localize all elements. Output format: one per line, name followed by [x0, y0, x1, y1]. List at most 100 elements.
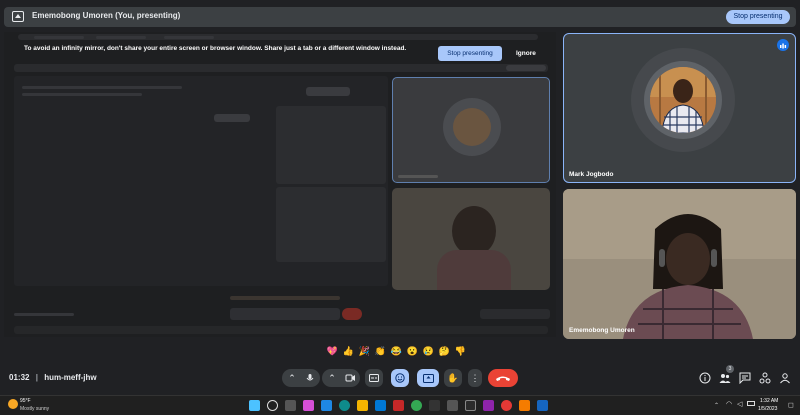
mirrored-mark-tile [392, 77, 550, 183]
meeting-info: 01:32 | hum-meff-jhw [9, 373, 97, 382]
audio-indicator-icon [777, 39, 789, 51]
battery-icon[interactable] [747, 401, 755, 406]
mirrored-tab [96, 36, 146, 39]
chat-icon[interactable] [739, 372, 751, 385]
search-icon[interactable] [267, 400, 278, 411]
mirrored-controls [230, 308, 340, 320]
file-explorer-icon[interactable] [357, 400, 368, 411]
mirrored-right-icons [480, 309, 550, 319]
clock-date[interactable]: 1/5/2023 [758, 406, 777, 412]
terminal-icon[interactable] [465, 400, 476, 411]
mirrored-end-call [342, 308, 362, 320]
infinity-mirror-warning: To avoid an infinity mirror, don't share… [24, 45, 407, 52]
reaction-laugh[interactable]: 😂 [390, 345, 403, 358]
reaction-heart[interactable]: 💖 [326, 345, 339, 358]
edge-icon[interactable] [339, 400, 350, 411]
app-icon[interactable] [393, 400, 404, 411]
windows-start-icon[interactable] [249, 400, 260, 411]
present-now-button[interactable] [417, 369, 439, 387]
present-screen-icon [12, 11, 24, 22]
participant-name: Ememobong Umoren [569, 327, 635, 334]
mirrored-button [214, 114, 250, 122]
host-controls-icon[interactable] [779, 372, 791, 384]
shared-screen-panel: To avoid an infinity mirror, don't share… [4, 32, 556, 337]
present-screen-icon [417, 369, 439, 389]
mirrored-tile [276, 187, 386, 262]
mirrored-warning-line [22, 93, 142, 96]
microphone-icon[interactable] [302, 369, 318, 389]
app-icon[interactable] [537, 400, 548, 411]
notification-icon[interactable]: ◻ [788, 401, 794, 409]
meeting-details-icon[interactable] [699, 372, 711, 384]
mic-control-group: ⌃ [282, 369, 320, 387]
warning-stop-presenting-button[interactable]: Stop presenting [438, 46, 502, 61]
reaction-thumbs-up[interactable]: 👍 [342, 345, 355, 358]
app-icon[interactable] [483, 400, 494, 411]
mic-options-chevron-icon[interactable]: ⌃ [284, 369, 300, 387]
mirrored-presenting-bar [14, 64, 548, 72]
reaction-clap[interactable]: 👏 [374, 345, 387, 358]
mirrored-ememobong-tile [392, 188, 550, 290]
sun-icon [8, 399, 18, 409]
wifi-icon[interactable]: ◠ [726, 400, 732, 408]
app-icon[interactable] [447, 400, 458, 411]
reaction-surprised[interactable]: 😮 [406, 345, 419, 358]
call-time: 01:32 [9, 373, 30, 382]
mirrored-tile [276, 106, 386, 184]
chrome-icon[interactable] [411, 400, 422, 411]
emoji-icon [391, 369, 409, 389]
presenting-title: Ememobong Umoren (You, presenting) [32, 11, 181, 20]
mirrored-reactions [230, 296, 340, 300]
warning-ignore-button[interactable]: Ignore [516, 50, 536, 57]
task-view-icon[interactable] [285, 400, 296, 411]
meeting-code: hum-meff-jhw [44, 373, 97, 382]
mark-avatar [650, 67, 716, 133]
app-icon[interactable] [501, 400, 512, 411]
mirrored-tab [164, 36, 214, 39]
emoji-button[interactable] [391, 369, 409, 387]
reaction-sad[interactable]: 😢 [422, 345, 435, 358]
teams-chat-icon[interactable] [303, 400, 314, 411]
camera-control-group: ⌃ [322, 369, 360, 387]
mirrored-stop-button [506, 65, 546, 71]
stop-presenting-button[interactable]: Stop presenting [726, 10, 790, 24]
chevron-up-icon[interactable]: ⌃ [714, 402, 719, 409]
mirrored-taskbar [14, 326, 548, 334]
mirrored-meeting-code [14, 313, 74, 316]
more-vert-icon: ⋮ [470, 373, 480, 383]
vscode-icon[interactable] [375, 400, 386, 411]
participant-name: Mark Jogbodo [569, 171, 614, 178]
app-icon[interactable] [519, 400, 530, 411]
presenting-bar: Ememobong Umoren (You, presenting) Stop … [4, 7, 796, 27]
captions-icon [365, 369, 383, 388]
weather-temperature: 95°F [20, 398, 31, 404]
camera-options-chevron-icon[interactable]: ⌃ [324, 369, 340, 387]
reaction-thinking[interactable]: 🤔 [438, 345, 451, 358]
people-count-badge: 3 [726, 365, 734, 373]
people-icon[interactable] [719, 372, 731, 384]
phone-hangup-icon [496, 376, 510, 381]
volume-icon[interactable]: ◁ [737, 400, 742, 408]
reaction-party[interactable]: 🎉 [358, 345, 371, 358]
reaction-bar: 💖 👍 🎉 👏 😂 😮 😢 🤔 👎 [326, 345, 467, 361]
mirrored-stop-button [306, 87, 350, 96]
separator: | [35, 373, 38, 382]
activities-icon[interactable] [759, 372, 771, 384]
ememobong-video [563, 189, 796, 339]
mirrored-warning-line [22, 86, 182, 89]
widgets-icon[interactable] [321, 400, 332, 411]
weather-description: Mostly sunny [20, 406, 50, 412]
mirrored-tab [34, 36, 84, 39]
windows-taskbar: 95°F Mostly sunny ⌃ ◠ ◁ 1:32 AM 1/5/2023… [0, 395, 800, 415]
reaction-thumbs-down[interactable]: 👎 [454, 345, 467, 358]
participant-tile-mark[interactable]: Mark Jogbodo [563, 33, 796, 183]
clock-time[interactable]: 1:32 AM [760, 398, 778, 404]
raise-hand-button[interactable]: ✋ [444, 369, 462, 387]
app-icon[interactable] [429, 400, 440, 411]
end-call-button[interactable] [488, 369, 518, 387]
hand-icon: ✋ [447, 373, 459, 383]
more-options-button[interactable]: ⋮ [468, 369, 482, 387]
camera-icon[interactable] [342, 369, 358, 389]
captions-button[interactable] [365, 369, 383, 387]
participant-tile-ememobong[interactable]: Ememobong Umoren [563, 189, 796, 339]
